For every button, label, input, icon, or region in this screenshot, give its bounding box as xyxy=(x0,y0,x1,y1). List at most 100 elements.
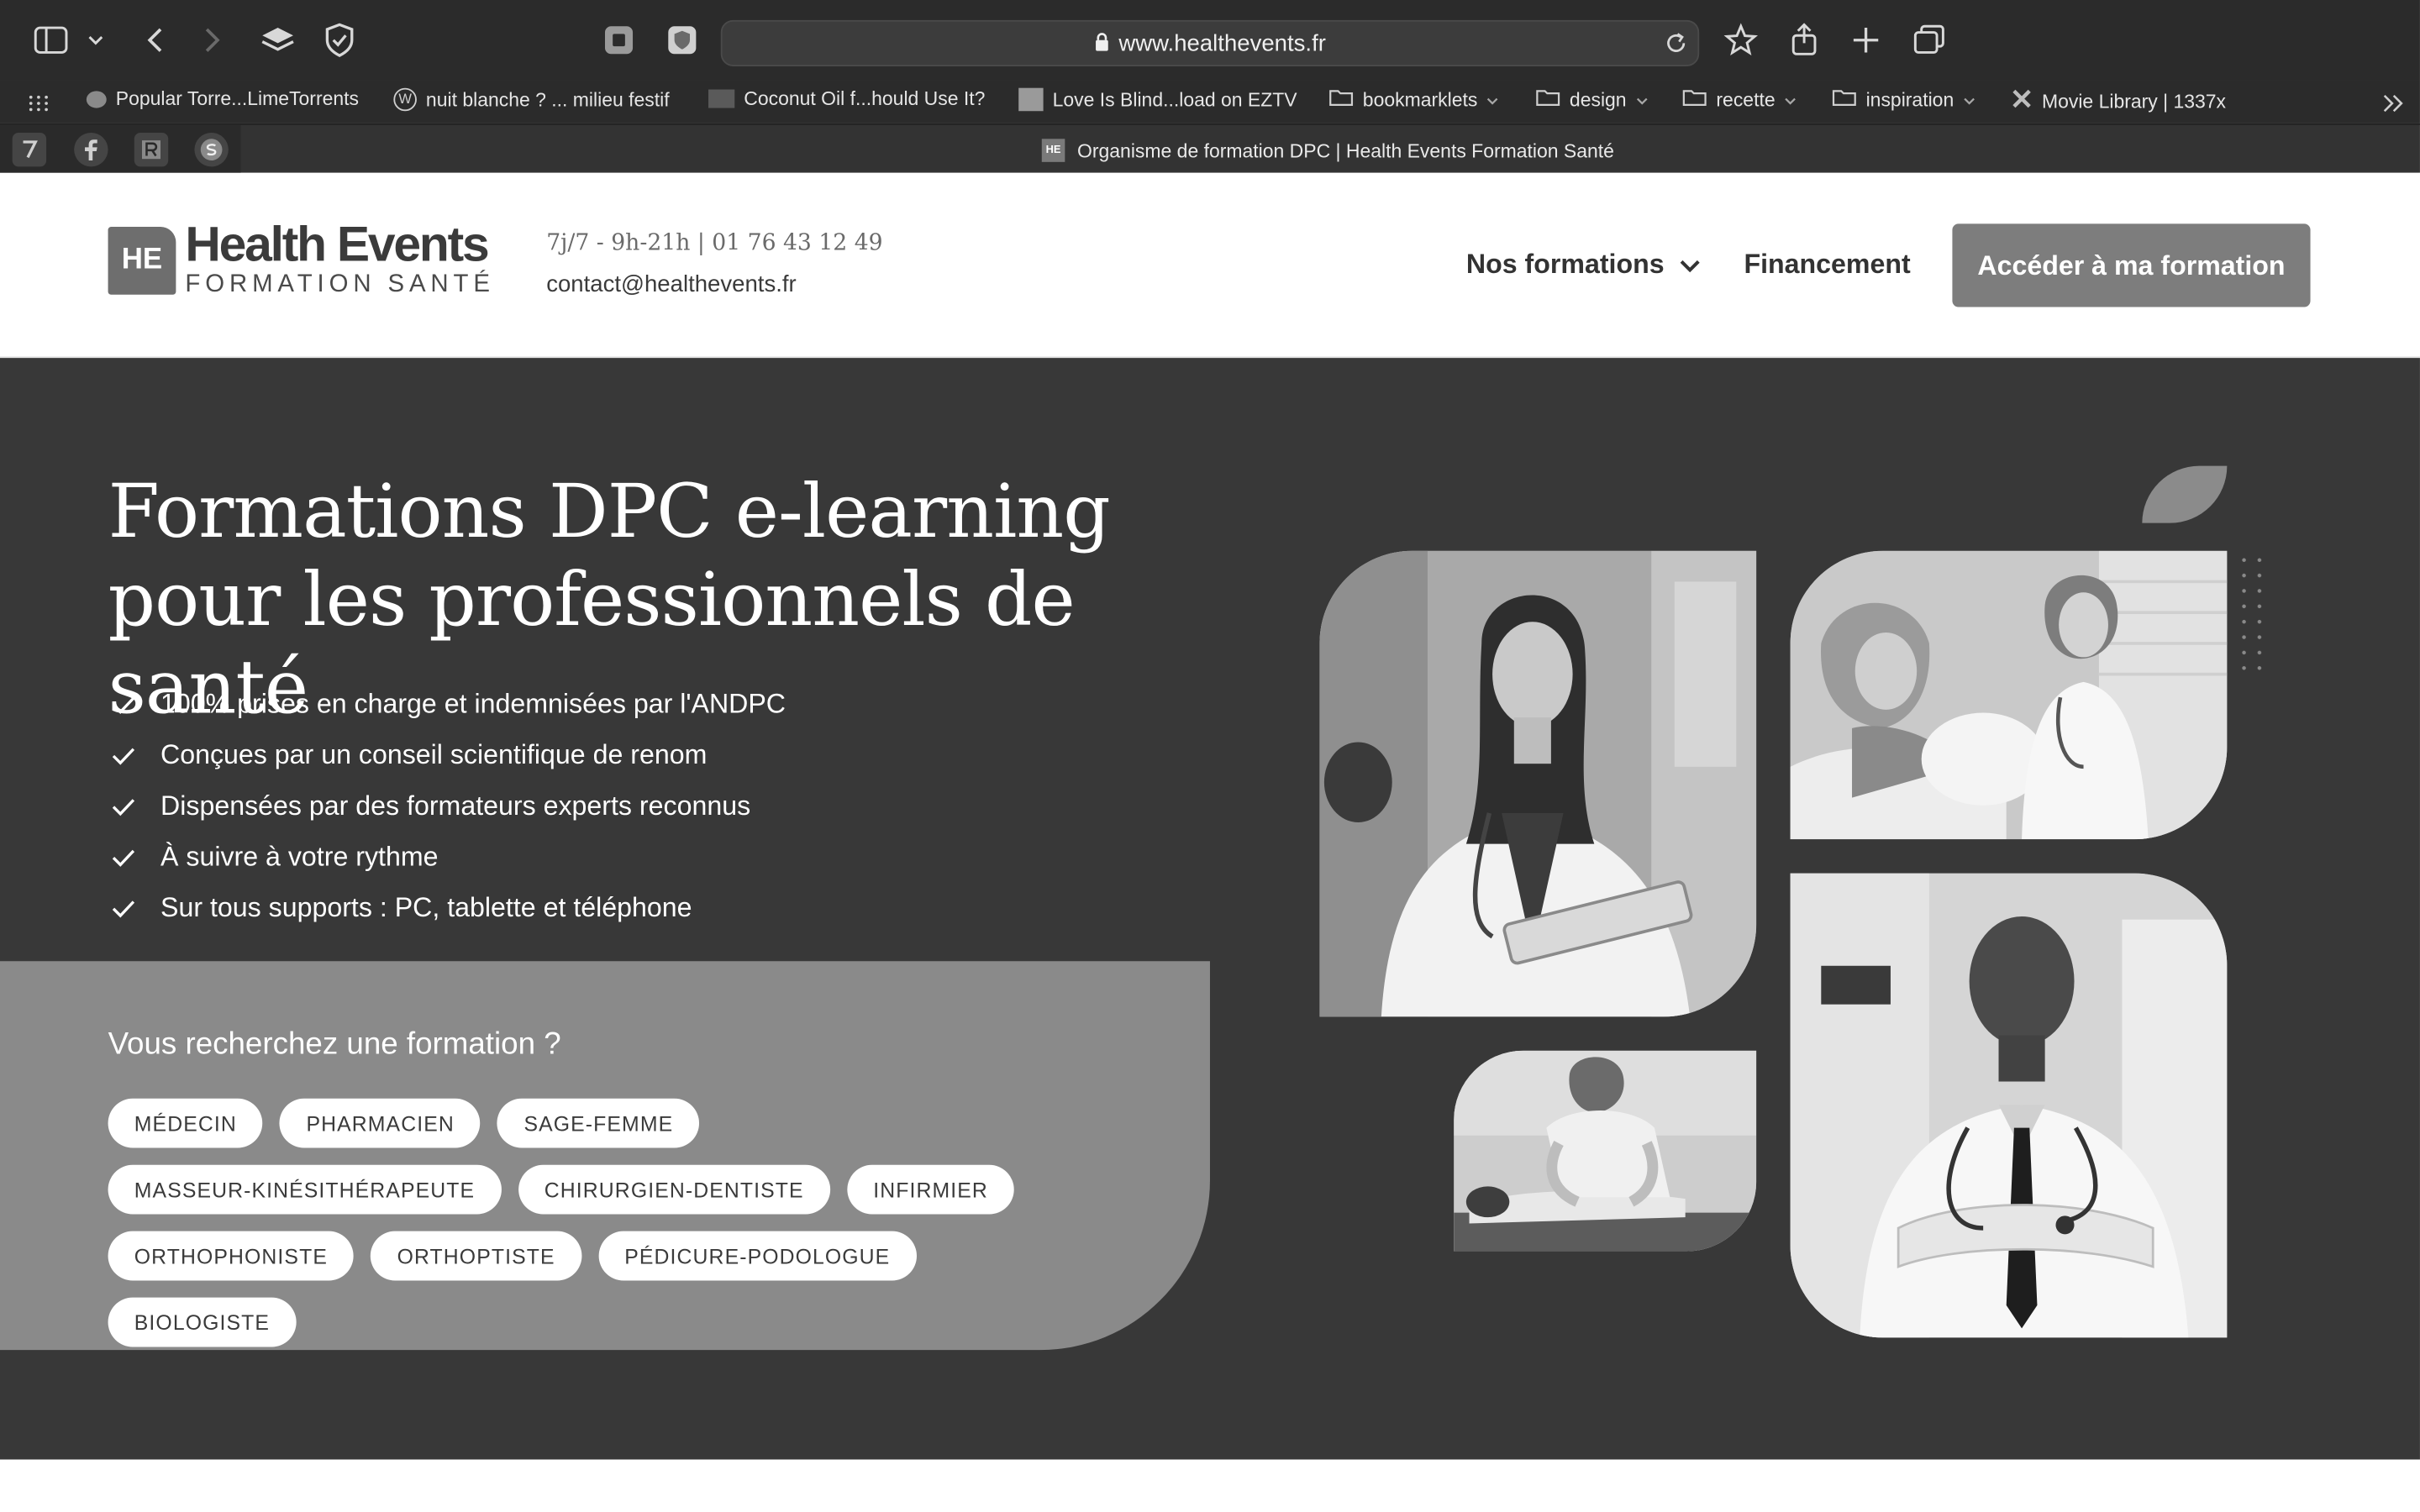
chevron-down-icon xyxy=(1963,89,1975,111)
benefit-text: Sur tous supports : PC, tablette et télé… xyxy=(160,891,692,923)
benefit-item: Conçues par un conseil scientifique de r… xyxy=(111,730,786,781)
star-icon[interactable] xyxy=(1723,22,1760,59)
access-formation-button[interactable]: Accéder à ma formation xyxy=(1952,223,2311,307)
decorative-leaf-shape xyxy=(2142,465,2228,523)
search-question: Vous recherchez une formation ? xyxy=(108,1027,561,1062)
benefits-list: 100% prises en charge et indemnisées par… xyxy=(111,679,786,933)
folder-icon xyxy=(1682,88,1707,112)
bookmark-folder-design[interactable]: design xyxy=(1536,88,1649,112)
bookmark-limetorrents[interactable]: Popular Torre...LimeTorrents xyxy=(86,87,360,110)
bookmark-label: Popular Torre...LimeTorrents xyxy=(115,87,360,110)
folder-icon xyxy=(1328,88,1354,112)
nav-label: Financement xyxy=(1744,248,1911,280)
bookmark-eztv[interactable]: Love Is Blind...load on EZTV xyxy=(1018,87,1297,112)
chip-medecin[interactable]: MÉDECIN xyxy=(108,1098,264,1148)
chevron-down-icon xyxy=(1486,89,1499,111)
photo-physiotherapist xyxy=(1454,1050,1757,1252)
shield-icon[interactable] xyxy=(321,22,358,59)
eztv-favicon-icon xyxy=(1018,87,1044,112)
chip-infirmier[interactable]: INFIRMIER xyxy=(847,1164,1015,1215)
benefit-text: 100% prises en charge et indemnisées par… xyxy=(160,688,786,719)
pinned-tab-7-icon[interactable] xyxy=(12,132,47,167)
logo-name: Health Events xyxy=(185,216,489,272)
chip-sage-femme[interactable]: SAGE-FEMME xyxy=(497,1098,700,1148)
url-label: www.healthevents.fr xyxy=(1118,30,1326,57)
benefit-item: À suivre à votre rythme xyxy=(111,832,786,883)
extension-icon[interactable] xyxy=(600,22,637,59)
chip-orthophoniste[interactable]: ORTHOPHONISTE xyxy=(108,1231,355,1281)
apps-grid-icon[interactable] xyxy=(28,92,50,120)
bookmarks-bar: Popular Torre...LimeTorrents W nuit blan… xyxy=(0,80,2420,123)
benefit-item: 100% prises en charge et indemnisées par… xyxy=(111,679,786,730)
bookmark-label: design xyxy=(1569,88,1627,111)
chip-orthoptiste[interactable]: ORTHOPTISTE xyxy=(371,1231,581,1281)
nav-label: Nos formations xyxy=(1465,248,1665,280)
x-favicon-icon xyxy=(2011,88,2033,114)
torrent-favicon-icon xyxy=(86,90,107,108)
bookmark-folder-recette[interactable]: recette xyxy=(1682,88,1797,112)
chevron-down-icon xyxy=(1785,89,1797,111)
photo-male-doctor xyxy=(1790,873,2228,1338)
bookmark-nuit-blanche[interactable]: W nuit blanche ? ... milieu festif xyxy=(393,87,670,112)
browser-toolbar: www.healthevents.fr xyxy=(0,0,2420,81)
chip-biologiste[interactable]: BIOLOGISTE xyxy=(108,1297,297,1347)
back-icon[interactable] xyxy=(136,22,173,59)
facebook-icon[interactable] xyxy=(74,132,108,167)
profession-chips: MÉDECIN PHARMACIEN SAGE-FEMME MASSEUR-KI… xyxy=(108,1098,1096,1347)
check-icon xyxy=(111,845,142,869)
chip-pedicure-podologue[interactable]: PÉDICURE-PODOLOGUE xyxy=(598,1231,917,1281)
sidebar-toggle-icon[interactable] xyxy=(33,22,70,59)
opening-hours-phone[interactable]: 7j/7 - 9h-21h | 01 76 43 12 49 xyxy=(546,232,882,256)
pinned-tabs xyxy=(0,124,241,175)
benefit-text: Conçues par un conseil scientifique de r… xyxy=(160,738,708,770)
check-icon xyxy=(111,895,142,920)
bookmark-label: inspiration xyxy=(1865,88,1954,111)
chevron-down-icon[interactable] xyxy=(81,22,112,59)
page-below-fold xyxy=(0,1459,2420,1512)
nav-nos-formations[interactable]: Nos formations xyxy=(1466,249,1702,281)
bookmark-coconut-oil[interactable]: Coconut Oil f...hould Use It? xyxy=(708,88,985,109)
decorative-dots xyxy=(2236,552,2268,676)
bookmark-folder-inspiration[interactable]: inspiration xyxy=(1832,88,1975,112)
bookmark-label: Movie Library | 1337x xyxy=(2041,90,2227,113)
chip-pharmacien[interactable]: PHARMACIEN xyxy=(280,1098,481,1148)
hero-section: Formations DPC e-learning pour les profe… xyxy=(0,358,2420,1460)
bookmark-label: Love Is Blind...load on EZTV xyxy=(1052,88,1297,111)
reload-icon[interactable] xyxy=(1664,31,1688,64)
new-tab-icon[interactable] xyxy=(1848,22,1885,59)
folder-icon xyxy=(1536,88,1560,112)
share-icon[interactable] xyxy=(1786,22,1823,59)
active-tab[interactable]: HE Organisme de formation DPC | Health E… xyxy=(1041,139,1614,162)
tab-title: Organisme de formation DPC | Health Even… xyxy=(1077,139,1614,161)
chevron-down-icon xyxy=(1680,249,1702,281)
check-icon xyxy=(111,794,142,818)
bookmark-label: bookmarklets xyxy=(1362,88,1478,111)
pinned-tab-r-icon[interactable] xyxy=(134,132,169,167)
photo-female-doctor xyxy=(1319,550,1757,1017)
brave-shield-icon[interactable] xyxy=(664,22,701,59)
check-icon xyxy=(111,692,142,717)
chip-chirurgien-dentiste[interactable]: CHIRURGIEN-DENTISTE xyxy=(518,1164,830,1215)
bookmark-1337x[interactable]: Movie Library | 1337x xyxy=(2011,88,2226,114)
chip-masseur-kinesitherapeute[interactable]: MASSEUR-KINÉSITHÉRAPEUTE xyxy=(108,1164,502,1215)
wordpress-icon: W xyxy=(393,87,417,112)
logo-mark: HE xyxy=(108,226,176,295)
check-icon xyxy=(111,743,142,767)
bookmark-folder-bookmarklets[interactable]: bookmarklets xyxy=(1328,88,1499,112)
more-bookmarks-icon[interactable] xyxy=(2381,92,2406,120)
benefit-item: Dispensées par des formateurs experts re… xyxy=(111,780,786,832)
chevron-down-icon xyxy=(1636,89,1649,111)
address-bar[interactable]: www.healthevents.fr xyxy=(720,19,1700,66)
pinned-tab-s-icon[interactable] xyxy=(194,132,229,167)
forward-icon[interactable] xyxy=(194,22,231,59)
layers-icon[interactable] xyxy=(260,22,297,59)
benefit-text: Dispensées par des formateurs experts re… xyxy=(160,790,751,822)
folder-icon xyxy=(1832,88,1856,112)
logo-subtitle: FORMATION SANTÉ xyxy=(185,271,495,298)
benefit-text: À suivre à votre rythme xyxy=(160,841,439,872)
bookmark-label: nuit blanche ? ... milieu festif xyxy=(425,88,670,111)
contact-email[interactable]: contact@healthevents.fr xyxy=(546,271,797,297)
bookmark-label: recette xyxy=(1716,88,1776,111)
nav-financement[interactable]: Financement xyxy=(1744,249,1910,281)
tab-overview-icon[interactable] xyxy=(1911,22,1948,59)
